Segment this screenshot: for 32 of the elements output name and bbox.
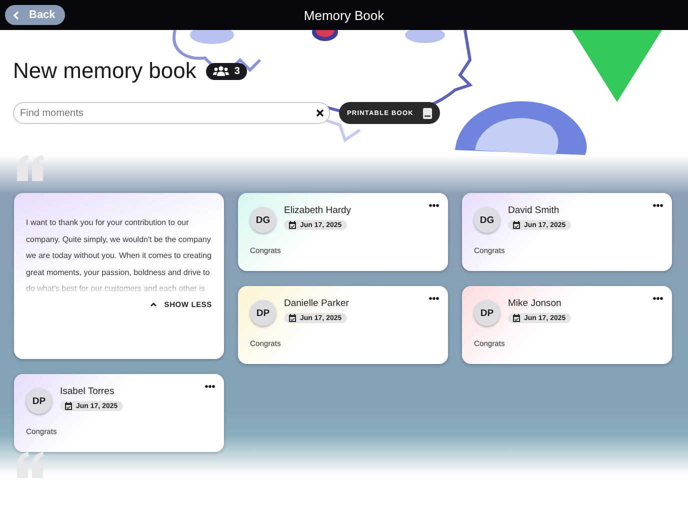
chevron-up-icon bbox=[150, 302, 158, 306]
author-name: Isabel Torres bbox=[60, 386, 116, 397]
author-name: David Smith bbox=[508, 205, 560, 216]
more-icon[interactable] bbox=[429, 297, 439, 300]
more-icon[interactable] bbox=[653, 297, 663, 300]
chevron-left-icon bbox=[13, 10, 19, 20]
avatar: DP bbox=[250, 300, 276, 326]
calendar-icon bbox=[289, 314, 296, 322]
more-icon[interactable] bbox=[429, 204, 439, 207]
message-text: I want to thank you for your contribution to our company. Quite simply, we wouldn't be the company we are today without you. When it comes to creating great moments, your passion, boldness and drive to do what's best for our customers and each other is bbox=[26, 217, 212, 295]
quote-icon bbox=[15, 155, 45, 181]
calendar-icon bbox=[65, 402, 72, 410]
members-badge[interactable]: 3 bbox=[206, 62, 247, 80]
quote-icon bbox=[15, 452, 45, 478]
calendar-icon bbox=[513, 314, 520, 322]
author-name: Danielle Parker bbox=[284, 298, 349, 309]
book-title: New memory book bbox=[13, 58, 196, 84]
people-icon bbox=[213, 66, 230, 76]
close-icon[interactable] bbox=[316, 109, 324, 117]
author-name: Elizabeth Hardy bbox=[284, 205, 352, 216]
search-field[interactable]: Find moments bbox=[13, 102, 330, 124]
page-title: Memory Book bbox=[304, 8, 384, 22]
avatar: DG bbox=[250, 207, 276, 233]
more-icon[interactable] bbox=[653, 204, 663, 207]
book-icon bbox=[423, 108, 432, 118]
avatar: DG bbox=[474, 207, 500, 233]
avatar: DP bbox=[474, 300, 500, 326]
avatar: DP bbox=[26, 388, 52, 414]
calendar-icon bbox=[513, 221, 520, 229]
more-icon[interactable] bbox=[205, 385, 215, 388]
author-name: Mike Jonson bbox=[508, 298, 562, 309]
calendar-icon bbox=[289, 221, 296, 229]
